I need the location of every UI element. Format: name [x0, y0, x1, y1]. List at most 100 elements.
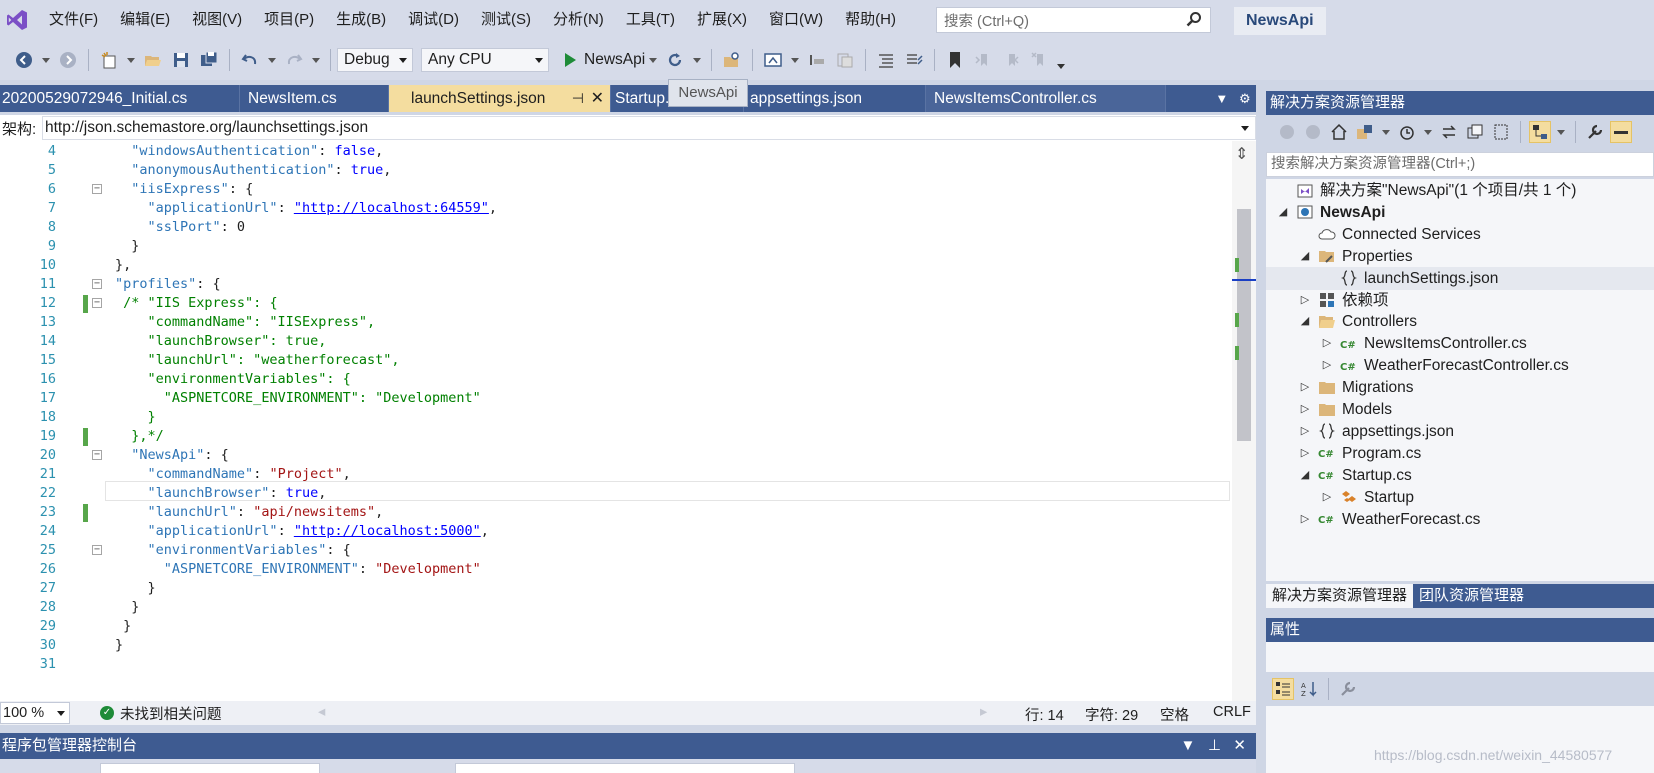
whitespace-status[interactable]: 空格 [1160, 704, 1189, 725]
code-line[interactable]: 21 "commandName": "Project", [0, 464, 1230, 484]
code-line[interactable]: 24 "applicationUrl": "http://localhost:5… [0, 521, 1230, 541]
expand-arrow-icon[interactable]: ▷ [1320, 486, 1334, 509]
tab-appsettings[interactable]: appsettings.json [744, 85, 926, 112]
code-line[interactable]: 19 },*/ [0, 426, 1230, 446]
tree-item[interactable]: ▷ Models [1266, 398, 1654, 421]
package-manager-console-header[interactable]: 程序包管理器控制台 ▼ ⊥ ✕ [0, 733, 1256, 759]
tree-item[interactable]: 解决方案"NewsApi"(1 个项目/共 1 个) [1266, 179, 1654, 202]
undo-icon[interactable] [239, 49, 261, 71]
solution-explorer-header[interactable]: 解决方案资源管理器 [1266, 91, 1654, 115]
refresh-dropdown-icon[interactable] [693, 57, 702, 63]
refresh-icon[interactable] [664, 49, 686, 71]
menu-item[interactable]: 文件(F) [38, 0, 109, 40]
new-dropdown-icon[interactable] [127, 57, 135, 63]
tree-item[interactable]: ◢ C# Startup.cs [1266, 464, 1654, 487]
uncomment-icon[interactable] [903, 49, 925, 71]
sync-icon[interactable] [1438, 121, 1460, 143]
fold-toggle-icon[interactable]: − [92, 450, 102, 460]
tree-item[interactable]: launchSettings.json [1266, 266, 1654, 290]
property-pages-wrench-icon[interactable] [1337, 678, 1359, 700]
run-target-button[interactable]: NewsApi [584, 51, 645, 69]
code-editor[interactable]: 4 "windowsAuthentication": false, 5 "anon… [0, 141, 1256, 701]
code-line[interactable]: 10}, [0, 255, 1230, 275]
back-icon[interactable] [13, 49, 35, 71]
code-line[interactable]: 23 "launchUrl": "api/newsitems", [0, 502, 1230, 522]
search-input[interactable]: 搜索 (Ctrl+Q) [936, 7, 1211, 33]
fold-toggle-icon[interactable]: − [92, 184, 102, 194]
line-ending-status[interactable]: CRLF [1213, 704, 1251, 720]
collapse-all-icon[interactable] [1464, 121, 1486, 143]
code-line[interactable]: 22 "launchBrowser": true, [0, 483, 1230, 503]
previous-bookmark-icon[interactable] [972, 49, 994, 71]
collapse-arrow-icon[interactable]: ◢ [1298, 245, 1312, 268]
code-line[interactable]: 6 − "iisExpress": { [0, 179, 1230, 199]
expand-arrow-icon[interactable]: ▷ [1298, 442, 1312, 465]
code-line[interactable]: 31 [0, 654, 1230, 674]
code-line[interactable]: 16 "environmentVariables": { [0, 369, 1230, 389]
tree-item[interactable]: ◢ Controllers [1266, 310, 1654, 333]
categorized-icon[interactable] [1272, 678, 1294, 700]
code-line[interactable]: 7 "applicationUrl": "http://localhost:64… [0, 198, 1230, 218]
tree-item[interactable]: ◢ NewsApi [1266, 201, 1654, 224]
tab-newsitem[interactable]: NewsItem.cs [240, 85, 389, 112]
expand-arrow-icon[interactable]: ▷ [1298, 420, 1312, 443]
collapse-arrow-icon[interactable]: ◢ [1298, 464, 1312, 487]
panel-close-icon[interactable]: ✕ [1233, 737, 1246, 754]
code-line[interactable]: 14 "launchBrowser": true, [0, 331, 1230, 351]
code-line[interactable]: 5 "anonymousAuthentication": true, [0, 160, 1230, 180]
code-line[interactable]: 8 "sslPort": 0 [0, 217, 1230, 237]
properties-wrench-icon[interactable] [1584, 121, 1606, 143]
properties-header[interactable]: 属性 [1266, 618, 1654, 642]
collapse-arrow-icon[interactable]: ◢ [1276, 201, 1290, 224]
tree-item[interactable]: ▷ 依赖项 [1266, 289, 1654, 312]
switch-views-icon[interactable] [1354, 121, 1376, 143]
fold-toggle-icon[interactable]: − [92, 298, 102, 308]
expand-arrow-icon[interactable]: ▷ [1298, 376, 1312, 399]
char-position-status[interactable]: 字符: 29 [1085, 704, 1138, 725]
new-project-icon[interactable] [98, 49, 120, 71]
pin-tab-icon[interactable]: ⊣ [572, 85, 584, 112]
step-over-icon[interactable] [806, 49, 828, 71]
tree-item[interactable]: ▷ appsettings.json [1266, 420, 1654, 443]
menu-item[interactable]: 分析(N) [542, 0, 615, 40]
open-file-icon[interactable] [142, 49, 164, 71]
code-line[interactable]: 9 } [0, 236, 1230, 256]
menu-item[interactable]: 帮助(H) [834, 0, 907, 40]
back-dropdown-icon[interactable] [42, 57, 50, 63]
pending-dropdown-icon[interactable] [1424, 129, 1432, 135]
run-icon[interactable] [559, 49, 581, 71]
code-line[interactable]: 20 − "NewsApi": { [0, 445, 1230, 465]
se-back-icon[interactable] [1276, 121, 1298, 143]
scrollbar-thumb[interactable] [1237, 209, 1251, 441]
show-all-files-icon[interactable] [1490, 121, 1512, 143]
menu-item[interactable]: 编辑(E) [109, 0, 181, 40]
menu-item[interactable]: 工具(T) [615, 0, 686, 40]
tree-item[interactable]: ◢ Properties [1266, 245, 1654, 268]
code-line[interactable]: 15 "launchUrl": "weatherforecast", [0, 350, 1230, 370]
line-number-status[interactable]: 行: 14 [1025, 704, 1064, 725]
expand-arrow-icon[interactable]: ▷ [1320, 332, 1334, 355]
toolbar-overflow-icon[interactable] [1057, 63, 1066, 69]
sync-dropdown-icon[interactable] [1557, 129, 1565, 135]
tree-item[interactable]: ▷ C# WeatherForecast.cs [1266, 508, 1654, 531]
expand-arrow-icon[interactable]: ▷ [1320, 354, 1334, 377]
expand-arrow-icon[interactable]: ▷ [1298, 508, 1312, 531]
tree-item[interactable]: ▷ C# WeatherForecastController.cs [1266, 354, 1654, 377]
package-source-select[interactable] [100, 763, 320, 773]
code-line[interactable]: 11 − "profiles": { [0, 274, 1230, 294]
redo-icon[interactable] [283, 49, 305, 71]
fold-toggle-icon[interactable]: − [92, 279, 102, 289]
se-forward-icon[interactable] [1302, 121, 1324, 143]
tree-item[interactable]: ▷ Startup [1266, 486, 1654, 509]
tab-solution-explorer[interactable]: 解决方案资源管理器 [1266, 584, 1414, 608]
menu-item[interactable]: 测试(S) [470, 0, 542, 40]
menu-item[interactable]: 视图(V) [181, 0, 253, 40]
browser-link-icon[interactable] [762, 49, 784, 71]
preview-selected-icon[interactable] [1610, 121, 1632, 143]
solution-explorer-search-input[interactable]: 搜索解决方案资源管理器(Ctrl+;) [1266, 152, 1654, 177]
split-editor-icon[interactable]: ⇕ [1235, 144, 1248, 164]
menu-item[interactable]: 生成(B) [325, 0, 397, 40]
hscroll-right-icon[interactable]: ▸ [980, 704, 987, 720]
hscroll-left-icon[interactable]: ◂ [318, 704, 325, 720]
code-line[interactable]: 13 "commandName": "IISExpress", [0, 312, 1230, 332]
